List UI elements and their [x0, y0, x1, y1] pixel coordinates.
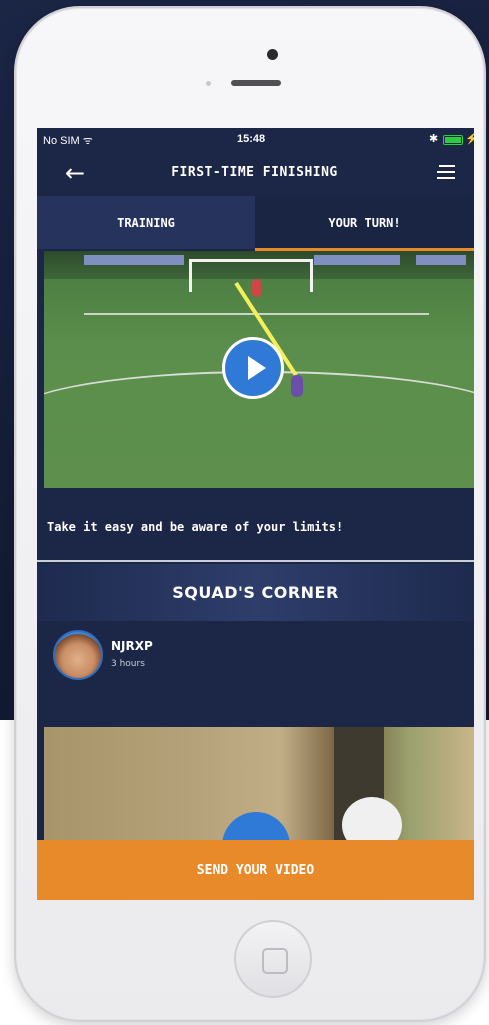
tab-training[interactable]: TRAINING	[37, 196, 255, 249]
squad-corner-header: SQUAD'S CORNER	[37, 564, 474, 621]
section-divider	[37, 560, 474, 562]
hamburger-icon[interactable]	[437, 165, 455, 181]
stadium-banner	[416, 255, 466, 265]
training-video[interactable]	[44, 251, 474, 488]
tip-text: Take it easy and be aware of your limits…	[47, 520, 344, 534]
bluetooth-icon: ✱	[429, 133, 439, 145]
player-figure	[291, 375, 303, 397]
goal-post	[189, 259, 313, 292]
play-button[interactable]	[222, 337, 284, 399]
squad-post-video[interactable]	[44, 727, 474, 840]
battery-icon	[443, 135, 463, 145]
tab-bar: TRAINING YOUR TURN!	[37, 196, 474, 251]
stadium-banner	[314, 255, 400, 265]
send-video-button[interactable]: SEND YOUR VIDEO	[37, 840, 474, 900]
play-button[interactable]	[222, 812, 290, 840]
play-icon	[248, 356, 266, 380]
nav-header: ← FIRST-TIME FINISHING	[37, 150, 474, 196]
charging-icon: ⚡	[465, 133, 474, 145]
status-bar: No SIM ᯤ 15:48 ✱ ⚡	[37, 128, 474, 150]
home-square-icon	[262, 948, 288, 974]
front-camera	[267, 49, 278, 60]
video-scene-ball	[342, 797, 402, 840]
clock: 15:48	[237, 133, 266, 145]
page-title: FIRST-TIME FINISHING	[171, 165, 338, 180]
app-screen: No SIM ᯤ 15:48 ✱ ⚡ ← FIRST-TIME FINISHIN…	[37, 128, 474, 900]
stadium-banner	[84, 255, 184, 265]
home-button[interactable]	[234, 920, 312, 998]
avatar[interactable]	[53, 630, 103, 680]
goalkeeper	[252, 279, 261, 297]
post-timestamp: 3 hours	[111, 659, 145, 669]
back-arrow-icon[interactable]: ←	[65, 159, 85, 187]
post-username[interactable]: NJRXP	[111, 639, 153, 653]
earpiece-speaker	[231, 80, 281, 86]
proximity-sensor	[206, 81, 211, 86]
tab-your-turn[interactable]: YOUR TURN!	[255, 196, 474, 249]
carrier-label: No SIM ᯤ	[43, 135, 93, 147]
